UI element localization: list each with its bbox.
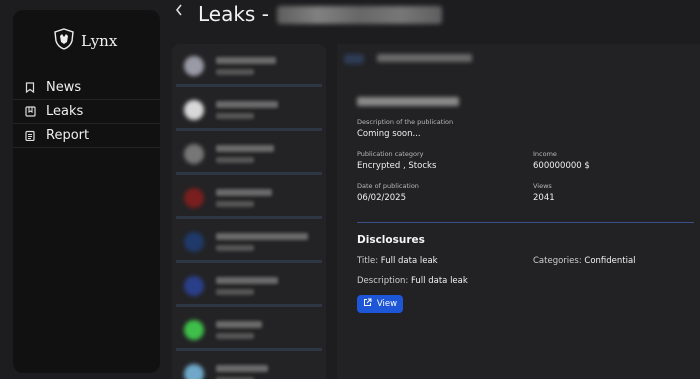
redacted-meta <box>216 201 254 207</box>
company-logo <box>184 276 204 296</box>
section-divider <box>357 222 694 223</box>
bookmark-icon <box>24 82 36 94</box>
redacted-company-name <box>216 321 262 328</box>
disclosure-description: Description: Full data leak <box>357 276 468 286</box>
disclosure-title-key: Title: <box>357 256 379 266</box>
view-button[interactable]: View <box>357 295 403 313</box>
sidebar-item-leaks[interactable]: Leaks <box>13 100 160 124</box>
list-item[interactable] <box>176 223 322 263</box>
income-value: 600000000 $ <box>533 161 590 171</box>
disclosure-categories-key: Categories: <box>533 256 582 266</box>
redacted-meta <box>216 289 254 295</box>
leaks-list <box>172 44 326 379</box>
redacted-meta <box>216 245 254 251</box>
category-value: Encrypted , Stocks <box>357 161 437 171</box>
income-label: Income <box>533 150 557 158</box>
page-header: Leaks - <box>198 2 442 26</box>
redacted-company-name <box>216 189 272 196</box>
redacted-company-name <box>216 365 268 372</box>
disclosure-description-value: Full data leak <box>410 276 468 286</box>
redacted-company-name <box>216 145 274 152</box>
disclosure-categories: Categories: Confidential <box>533 256 636 266</box>
redacted-meta <box>216 333 254 339</box>
sidebar-item-label: Leaks <box>46 104 84 119</box>
sidebar-item-label: News <box>46 80 82 95</box>
sidebar-item-news[interactable]: News <box>13 76 160 100</box>
list-item[interactable] <box>176 179 322 219</box>
sidebar-item-label: Report <box>46 128 90 143</box>
app-logo[interactable]: Lynx <box>53 28 117 54</box>
redacted-company-name <box>216 233 308 240</box>
lynx-shield-icon <box>53 28 75 54</box>
date-value: 06/02/2025 <box>357 193 406 203</box>
views-label: Views <box>533 182 552 190</box>
disclosure-categories-value: Confidential <box>584 256 636 266</box>
company-logo <box>184 100 204 120</box>
redacted-meta <box>216 113 254 119</box>
company-logo <box>184 232 204 252</box>
redacted-company-name <box>216 57 276 64</box>
redacted-company-title <box>357 97 459 106</box>
list-item[interactable] <box>176 311 322 351</box>
redacted-meta <box>216 157 254 163</box>
company-logo <box>184 56 204 76</box>
views-value: 2041 <box>533 193 555 203</box>
leak-detail-panel: Description of the publication Coming so… <box>337 44 700 379</box>
disclosure-title: Title: Full data leak <box>357 256 438 266</box>
sidebar-nav: News Leaks Report <box>13 76 160 148</box>
company-logo <box>184 320 204 340</box>
app-name: Lynx <box>81 32 118 50</box>
chevron-left-icon <box>174 3 184 21</box>
external-link-icon <box>363 298 372 310</box>
disclosure-title-value: Full data leak <box>380 256 438 266</box>
disclosure-description-key: Description: <box>357 276 409 286</box>
description-value: Coming soon... <box>357 129 421 139</box>
list-item[interactable] <box>176 47 322 87</box>
redacted-title <box>276 6 442 24</box>
bookmarks-icon <box>24 106 36 118</box>
page-title: Leaks - <box>198 2 269 26</box>
list-item[interactable] <box>176 355 322 379</box>
company-logo <box>184 364 204 379</box>
list-item[interactable] <box>176 135 322 175</box>
category-label: Publication category <box>357 150 424 158</box>
company-logo <box>184 144 204 164</box>
redacted-company-name <box>216 277 278 284</box>
clipboard-icon <box>24 130 36 142</box>
disclosures-heading: Disclosures <box>357 234 425 246</box>
company-logo <box>344 54 364 64</box>
sidebar-item-report[interactable]: Report <box>13 124 160 148</box>
redacted-company-name <box>216 101 278 108</box>
date-label: Date of publication <box>357 182 419 190</box>
list-item[interactable] <box>176 91 322 131</box>
list-item[interactable] <box>176 267 322 307</box>
description-label: Description of the publication <box>357 118 454 126</box>
sidebar: Lynx News Leaks Report <box>13 10 160 373</box>
company-logo <box>184 188 204 208</box>
redacted-meta <box>216 69 254 75</box>
back-button[interactable] <box>174 3 184 21</box>
view-button-label: View <box>376 299 398 309</box>
redacted-company-name <box>377 54 472 62</box>
